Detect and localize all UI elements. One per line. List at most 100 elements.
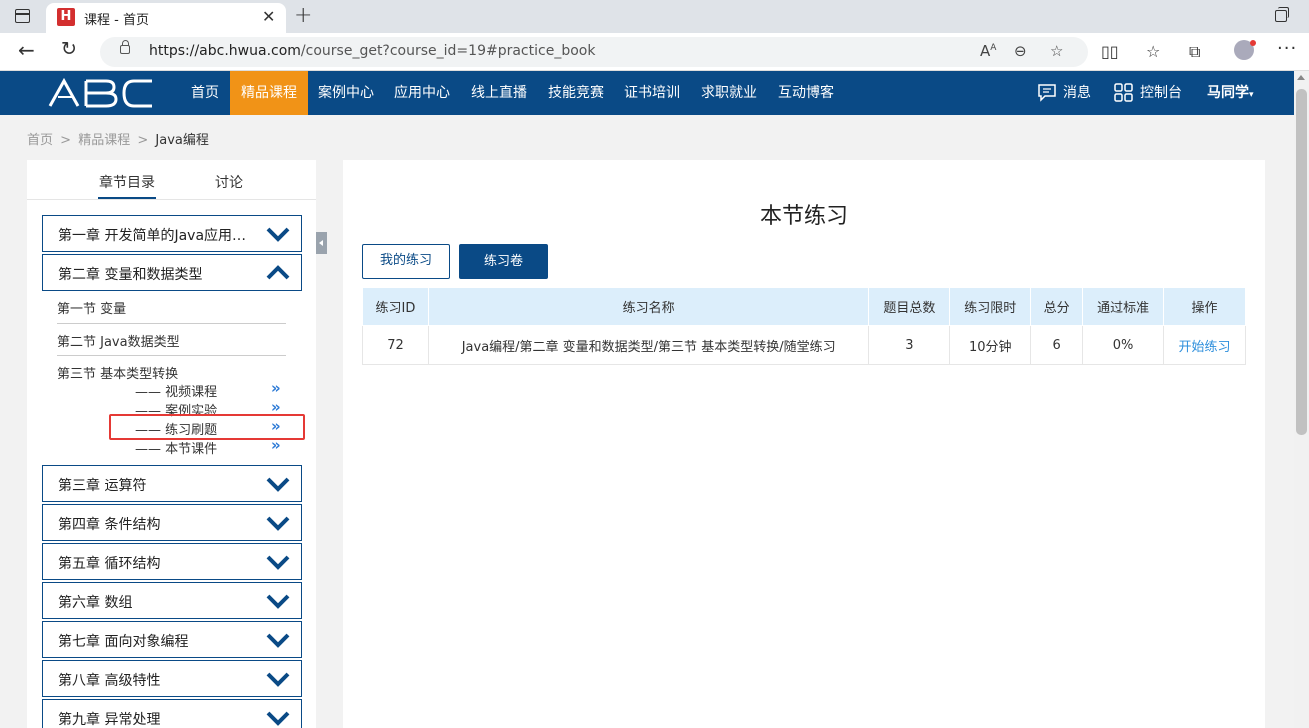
chevron-down-icon[interactable] bbox=[265, 552, 291, 572]
start-practice-link[interactable]: 开始练习 bbox=[1163, 325, 1246, 365]
chapter-label: 第三章 运算符 bbox=[58, 478, 147, 494]
nav-blog[interactable]: 互动博客 bbox=[778, 71, 834, 115]
split-screen-icon[interactable]: ▯▯ bbox=[1101, 42, 1119, 61]
chapter-3[interactable]: 第三章 运算符 bbox=[42, 465, 302, 502]
scroll-up-icon[interactable] bbox=[1297, 75, 1305, 80]
sub-slides[interactable]: —— 本节课件 bbox=[135, 438, 217, 457]
page-scrollbar[interactable] bbox=[1294, 71, 1309, 728]
nav-home[interactable]: 首页 bbox=[191, 71, 219, 115]
sidebar-collapse-handle[interactable] bbox=[316, 232, 327, 254]
message-icon[interactable] bbox=[1037, 83, 1057, 102]
address-bar: ← ↻ https://abc.hwua.com/course_get?cour… bbox=[0, 33, 1309, 71]
reload-icon[interactable]: ↻ bbox=[61, 38, 77, 60]
section-3[interactable]: 第三节 基本类型转换 bbox=[57, 363, 178, 382]
cell-name: Java编程/第二章 变量和数据类型/第三节 基本类型转换/随堂练习 bbox=[428, 325, 870, 365]
chapter-7[interactable]: 第七章 面向对象编程 bbox=[42, 621, 302, 658]
practice-panel: 本节练习 我的练习 练习卷 练习ID 练习名称 题目总数 练习限时 总分 通过标… bbox=[343, 160, 1265, 728]
chevron-down-icon[interactable] bbox=[265, 591, 291, 611]
nav-competition[interactable]: 技能竞赛 bbox=[548, 71, 604, 115]
window-restore-icon[interactable] bbox=[1275, 7, 1289, 22]
cell-score: 6 bbox=[1030, 325, 1084, 365]
zoom-out-icon[interactable]: ⊖ bbox=[1014, 42, 1027, 60]
tab-actions-icon[interactable] bbox=[15, 9, 30, 23]
site-header: 首页 精品课程 案例中心 应用中心 线上直播 技能竞赛 证书培训 求职就业 互动… bbox=[0, 71, 1294, 115]
new-tab-icon[interactable]: + bbox=[294, 3, 312, 28]
scroll-thumb[interactable] bbox=[1296, 89, 1307, 435]
sidebar-tabs: 章节目录 讨论 bbox=[27, 160, 316, 200]
favorites-icon[interactable]: ☆ bbox=[1146, 42, 1160, 61]
chevron-down-icon[interactable] bbox=[265, 708, 291, 728]
section-1[interactable]: 第一节 变量 bbox=[57, 298, 126, 317]
section-divider bbox=[57, 323, 286, 324]
browser-tab-bar: H 课程 - 首页 ✕ + bbox=[0, 0, 1309, 33]
breadcrumb-current: Java编程 bbox=[155, 133, 209, 148]
chevron-down-icon[interactable] bbox=[265, 630, 291, 650]
nav-live[interactable]: 线上直播 bbox=[471, 71, 527, 115]
breadcrumb: 首页 > 精品课程 > Java编程 bbox=[27, 129, 209, 148]
cell-pass: 0% bbox=[1082, 325, 1165, 365]
chapter-5[interactable]: 第五章 循环结构 bbox=[42, 543, 302, 580]
close-tab-icon[interactable]: ✕ bbox=[262, 7, 275, 26]
read-aloud-icon[interactable]: AA bbox=[980, 42, 996, 60]
messages-link[interactable]: 消息 bbox=[1063, 71, 1091, 115]
page-title: 本节练习 bbox=[759, 204, 848, 229]
sub-video[interactable]: —— 视频课程 bbox=[135, 381, 217, 400]
cell-total: 3 bbox=[868, 325, 951, 365]
my-practice-button[interactable]: 我的练习 bbox=[362, 244, 450, 279]
nav-courses[interactable]: 精品课程 bbox=[230, 71, 308, 115]
table-row: 72 Java编程/第二章 变量和数据类型/第三节 基本类型转换/随堂练习 3 … bbox=[362, 325, 1246, 365]
section-divider bbox=[57, 355, 286, 356]
back-icon[interactable]: ← bbox=[18, 38, 35, 62]
section-2[interactable]: 第二节 Java数据类型 bbox=[57, 331, 180, 350]
abc-logo[interactable] bbox=[48, 77, 156, 109]
nav-apps[interactable]: 应用中心 bbox=[394, 71, 450, 115]
col-pass: 通过标准 bbox=[1082, 287, 1165, 326]
chevron-up-icon[interactable] bbox=[265, 263, 291, 283]
add-favorite-icon[interactable]: ☆ bbox=[1050, 42, 1063, 60]
breadcrumb-separator: > bbox=[60, 133, 72, 148]
chapter-8[interactable]: 第八章 高级特性 bbox=[42, 660, 302, 697]
col-total: 题目总数 bbox=[868, 287, 951, 326]
chapter-9[interactable]: 第九章 异常处理 bbox=[42, 699, 302, 728]
url-field[interactable]: https://abc.hwua.com/course_get?course_i… bbox=[100, 37, 1088, 67]
table-header-row: 练习ID 练习名称 题目总数 练习限时 总分 通过标准 操作 bbox=[362, 287, 1246, 326]
col-name: 练习名称 bbox=[427, 287, 870, 326]
dashboard-icon[interactable] bbox=[1114, 83, 1134, 103]
breadcrumb-home[interactable]: 首页 bbox=[27, 133, 53, 148]
user-menu[interactable]: 马同学▾ bbox=[1207, 71, 1254, 115]
chapter-4[interactable]: 第四章 条件结构 bbox=[42, 504, 302, 541]
chapter-2[interactable]: 第二章 变量和数据类型 bbox=[42, 254, 302, 291]
url-text[interactable]: https://abc.hwua.com/course_get?course_i… bbox=[149, 43, 595, 59]
chapter-label: 第九章 异常处理 bbox=[58, 712, 161, 728]
practice-paper-button[interactable]: 练习卷 bbox=[459, 244, 548, 279]
chevron-down-icon[interactable] bbox=[265, 669, 291, 689]
breadcrumb-courses[interactable]: 精品课程 bbox=[78, 133, 130, 148]
tab-discussion[interactable]: 讨论 bbox=[215, 172, 243, 192]
chapter-1[interactable]: 第一章 开发简单的Java应用程序 bbox=[42, 215, 302, 252]
chevron-down-icon[interactable] bbox=[265, 224, 291, 244]
breadcrumb-separator: > bbox=[137, 133, 149, 148]
double-chevron-right-icon[interactable]: » bbox=[271, 379, 281, 397]
chapter-label: 第四章 条件结构 bbox=[58, 517, 161, 533]
nav-certificate[interactable]: 证书培训 bbox=[624, 71, 680, 115]
nav-jobs[interactable]: 求职就业 bbox=[701, 71, 757, 115]
lock-icon[interactable] bbox=[120, 40, 130, 54]
chevron-down-icon[interactable] bbox=[265, 474, 291, 494]
chevron-down-icon[interactable] bbox=[265, 513, 291, 533]
console-link[interactable]: 控制台 bbox=[1140, 71, 1182, 115]
chapter-label: 第五章 循环结构 bbox=[58, 556, 161, 572]
col-score: 总分 bbox=[1030, 287, 1084, 326]
browser-tab[interactable]: H 课程 - 首页 ✕ bbox=[46, 3, 286, 33]
nav-cases[interactable]: 案例中心 bbox=[318, 71, 374, 115]
cell-limit: 10分钟 bbox=[949, 325, 1032, 365]
chapter-label: 第六章 数组 bbox=[58, 595, 133, 611]
tab-chapters[interactable]: 章节目录 bbox=[98, 172, 156, 199]
col-action: 操作 bbox=[1163, 287, 1246, 326]
chapter-label: 第二章 变量和数据类型 bbox=[58, 267, 203, 283]
chapter-label: 第八章 高级特性 bbox=[58, 673, 161, 689]
chapter-sidebar: 章节目录 讨论 第一章 开发简单的Java应用程序 第二章 变量和数据类型 第一… bbox=[27, 160, 316, 728]
cell-id: 72 bbox=[362, 325, 429, 365]
collections-icon[interactable]: ⧉ bbox=[1189, 42, 1200, 62]
chapter-6[interactable]: 第六章 数组 bbox=[42, 582, 302, 619]
more-menu-icon[interactable]: ··· bbox=[1277, 38, 1297, 59]
